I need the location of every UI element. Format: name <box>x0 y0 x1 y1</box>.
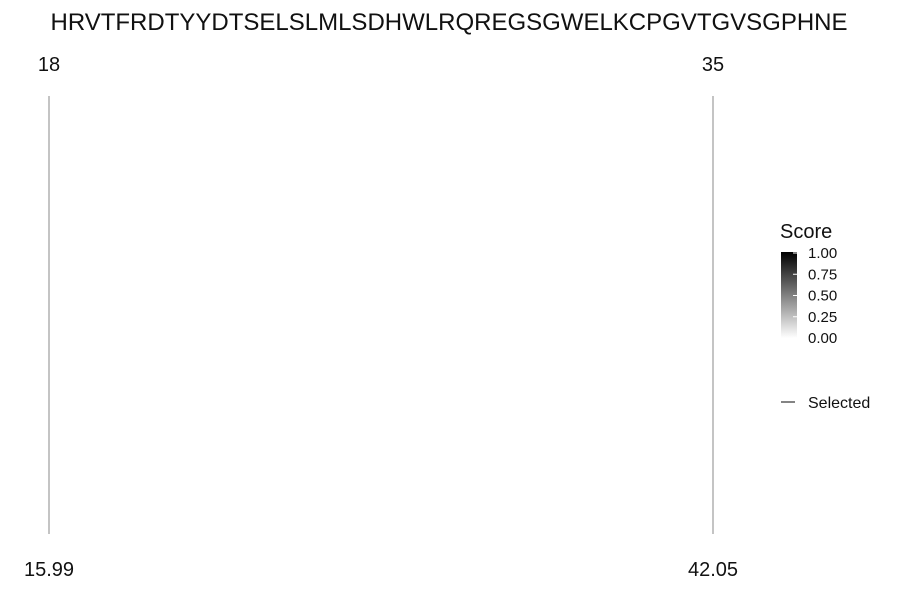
top-label: 18 <box>38 54 60 76</box>
selected-lines: 18 15.99 35 42.05 <box>24 54 738 581</box>
chart-title: HRVTFRDTYYDTSELSLMLSDHWLRQREGSGWELKCPGVT… <box>50 9 847 36</box>
colorbar-tick-label: 1.00 <box>808 245 837 262</box>
chart-canvas: HRVTFRDTYYDTSELSLMLSDHWLRQREGSGWELKCPGVT… <box>24 9 870 581</box>
bottom-label: 15.99 <box>24 559 74 581</box>
colorbar-tick-label: 0.50 <box>808 288 837 305</box>
legend: Score 1.00 0.75 0.50 0.25 0.00 Selected <box>780 221 870 412</box>
legend-selected-label: Selected <box>808 395 870 412</box>
legend-title: Score <box>780 221 832 243</box>
top-label: 35 <box>702 54 724 76</box>
colorbar-tick-label: 0.25 <box>808 309 837 326</box>
colorbar-tick-label: 0.00 <box>808 330 837 347</box>
bottom-label: 42.05 <box>688 559 738 581</box>
colorbar-tick-label: 0.75 <box>808 266 837 283</box>
